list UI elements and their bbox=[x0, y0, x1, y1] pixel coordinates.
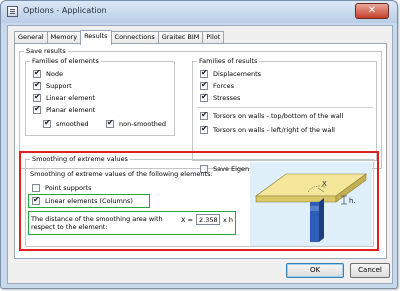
checkmark-icon bbox=[43, 118, 51, 128]
smoothing-title: Smoothing of extreme values bbox=[30, 155, 130, 163]
save-results-title: Save results bbox=[24, 47, 68, 55]
forces-checkbox[interactable]: Forces bbox=[200, 80, 234, 90]
checkmark-icon bbox=[32, 195, 40, 205]
x-suffix: x h bbox=[223, 216, 234, 224]
tab-results[interactable]: Results bbox=[80, 30, 112, 45]
tab-strip: General Memory Results Connections Grait… bbox=[14, 30, 225, 45]
window-title: Options - Application bbox=[23, 6, 107, 15]
title-bar[interactable]: Options - Application ✕ bbox=[1, 1, 397, 23]
displacements-checkbox[interactable]: Displacements bbox=[200, 68, 262, 78]
checkmark-icon bbox=[200, 110, 208, 120]
dimension-h-label: h. bbox=[349, 197, 356, 205]
checkmark-icon bbox=[200, 68, 208, 78]
families-of-results-group: Families of results Displacements Forces… bbox=[192, 57, 377, 161]
point-supports-label: Point supports bbox=[45, 184, 92, 192]
linear-element-label: Linear element bbox=[46, 94, 96, 102]
stresses-label: Stresses bbox=[213, 94, 241, 102]
dimension-x-label: X bbox=[322, 180, 327, 188]
planar-element-label: Planar element bbox=[46, 106, 96, 114]
node-checkbox[interactable]: Node bbox=[33, 68, 63, 78]
checkmark-icon bbox=[33, 80, 41, 90]
stresses-checkbox[interactable]: Stresses bbox=[200, 92, 241, 102]
non-smoothed-label: non-smoothed bbox=[119, 120, 167, 128]
point-supports-checkbox[interactable]: Point supports bbox=[32, 184, 92, 192]
ok-button[interactable]: OK bbox=[286, 263, 344, 278]
smoothed-label: smoothed bbox=[56, 120, 89, 128]
x-prefix: X = bbox=[181, 216, 193, 224]
torsors-top-bottom-label: Torsors on walls - top/bottom of the wal… bbox=[213, 112, 344, 120]
families-of-elements-title: Families of elements bbox=[30, 57, 101, 65]
non-smoothed-checkbox[interactable]: non-smoothed bbox=[106, 118, 167, 128]
linear-elements-label: Linear elements (Columns) bbox=[45, 197, 133, 205]
torsors-left-right-checkbox[interactable]: Torsors on walls - left/right of the wal… bbox=[200, 124, 335, 134]
node-label: Node bbox=[46, 70, 63, 78]
smoothing-group: Smoothing of extreme values Smoothing of… bbox=[25, 155, 374, 247]
forces-label: Forces bbox=[213, 82, 234, 90]
checkmark-icon bbox=[200, 80, 208, 90]
torsors-left-right-label: Torsors on walls - left/right of the wal… bbox=[213, 126, 335, 134]
options-dialog: Options - Application ✕ General Memory R… bbox=[0, 0, 398, 289]
window-icon bbox=[7, 6, 18, 17]
checkmark-icon bbox=[106, 118, 114, 128]
smoothing-intro: Smoothing of extreme values of the follo… bbox=[30, 170, 213, 178]
checkmark-icon bbox=[33, 68, 41, 78]
checkmark-icon bbox=[200, 124, 208, 134]
linear-elements-checkbox[interactable]: Linear elements (Columns) bbox=[32, 195, 133, 205]
column-side bbox=[319, 198, 324, 242]
cancel-button[interactable]: Cancel bbox=[350, 263, 390, 278]
distance-label: The distance of the smoothing area with … bbox=[31, 215, 163, 231]
smoothing-zone bbox=[310, 206, 319, 211]
close-button[interactable]: ✕ bbox=[355, 3, 389, 19]
planar-element-checkbox[interactable]: Planar element bbox=[33, 104, 96, 114]
smoothing-illustration: X h. bbox=[250, 162, 372, 246]
support-label: Support bbox=[46, 82, 72, 90]
checkmark-icon bbox=[200, 92, 208, 102]
checkmark-icon bbox=[33, 92, 41, 102]
checkbox-box bbox=[32, 184, 40, 192]
checkmark-icon bbox=[33, 104, 41, 114]
torsors-top-bottom-checkbox[interactable]: Torsors on walls - top/bottom of the wal… bbox=[200, 110, 344, 120]
smoothed-checkbox[interactable]: smoothed bbox=[43, 118, 89, 128]
results-divider bbox=[197, 107, 373, 108]
families-of-results-title: Families of results bbox=[197, 57, 260, 65]
families-of-elements-group: Families of elements Node Support Linear… bbox=[25, 57, 175, 136]
smoothing-highlight-frame: Smoothing of extreme values Smoothing of… bbox=[19, 151, 379, 251]
displacements-label: Displacements bbox=[213, 70, 262, 78]
support-checkbox[interactable]: Support bbox=[33, 80, 72, 90]
x-value-input[interactable]: 2.358 bbox=[196, 214, 220, 225]
linear-element-checkbox[interactable]: Linear element bbox=[33, 92, 96, 102]
close-icon: ✕ bbox=[367, 5, 377, 16]
